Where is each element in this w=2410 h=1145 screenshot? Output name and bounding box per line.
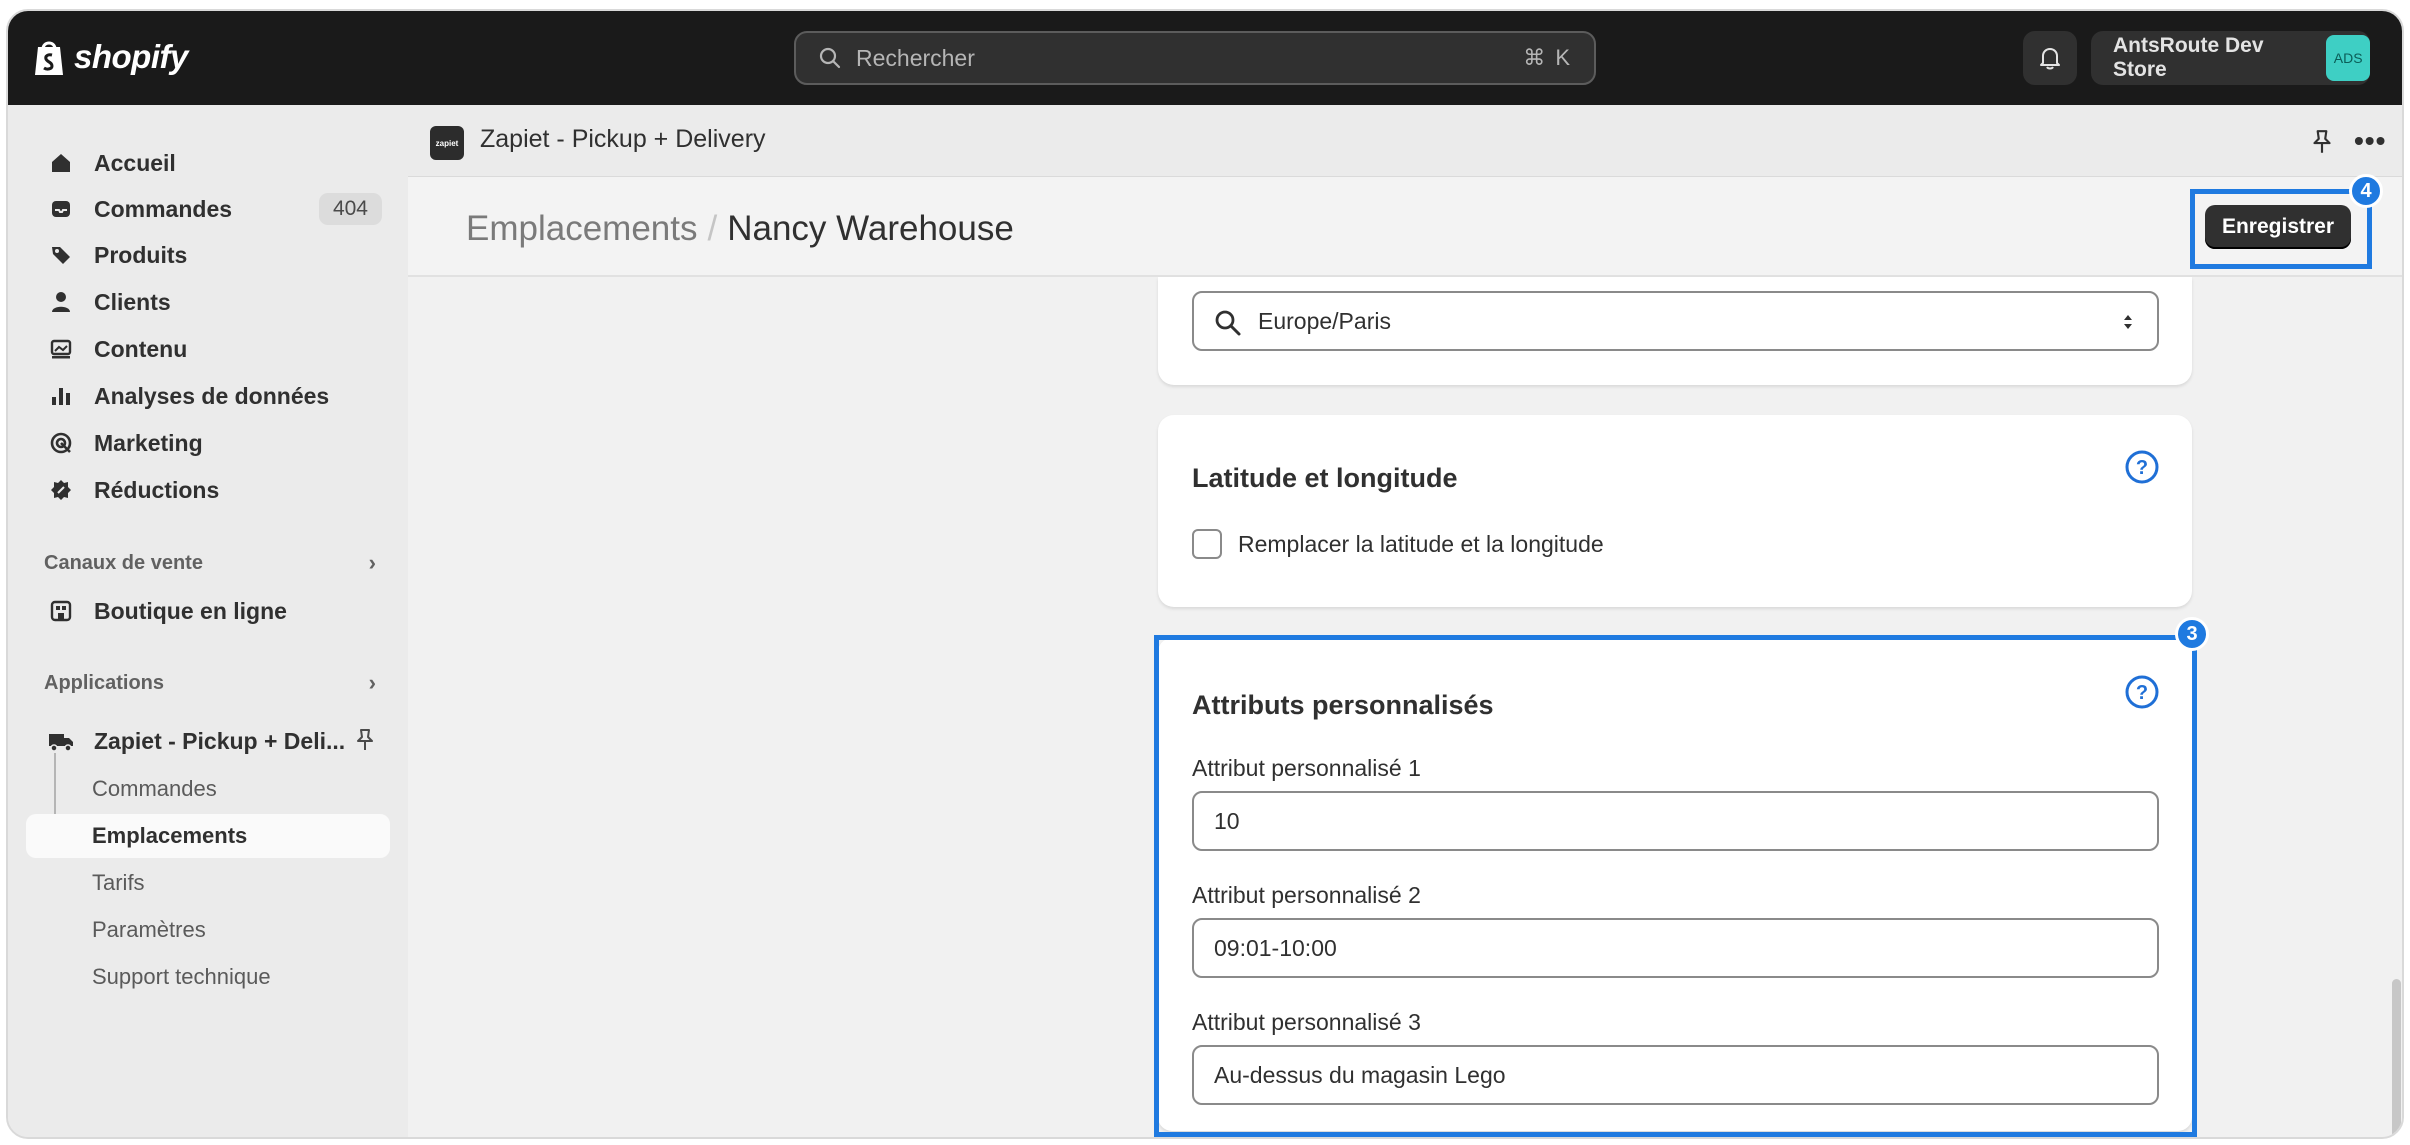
page-header: Emplacements / Nancy Warehouse Enregistrer…: [408, 174, 2402, 277]
sidebar-item-label: Produits: [94, 241, 188, 268]
search-placeholder: Rechercher: [856, 44, 975, 71]
app-title: Zapiet - Pickup + Delivery: [480, 125, 766, 153]
app-subitem-commandes[interactable]: Commandes: [26, 767, 390, 811]
subitem-label: Emplacements: [92, 823, 248, 848]
sidebar-item-label: Contenu: [94, 335, 188, 362]
help-icon[interactable]: ?: [2124, 449, 2160, 485]
search-icon: [819, 47, 841, 69]
select-arrows-icon: [2124, 315, 2132, 329]
app-subitem-emplacements[interactable]: Emplacements: [26, 814, 390, 858]
page-title: Nancy Warehouse: [727, 209, 1014, 248]
app-subitem-support[interactable]: Support technique: [26, 955, 390, 999]
pin-icon[interactable]: [352, 727, 378, 753]
app-title-bar: zapiet Zapiet - Pickup + Delivery •••: [408, 105, 2402, 177]
subitem-label: Support technique: [92, 964, 271, 989]
zapiet-logo: zapiet: [430, 126, 464, 160]
subitem-label: Commandes: [92, 776, 217, 801]
sidebar-item-accueil[interactable]: Accueil: [26, 141, 390, 185]
store-name: AntsRoute Dev Store: [2113, 34, 2264, 81]
app-subitem-tarifs[interactable]: Tarifs: [26, 861, 390, 905]
latlng-card: Latitude et longitude ? Remplacer la lat…: [1158, 415, 2192, 607]
more-actions-icon[interactable]: •••: [2354, 125, 2386, 157]
main-content: zapiet Zapiet - Pickup + Delivery ••• Em…: [408, 105, 2402, 1137]
save-button[interactable]: Enregistrer: [2205, 205, 2351, 249]
tag-icon: [48, 242, 74, 268]
store-switcher[interactable]: AntsRoute Dev Store ADS: [2091, 31, 2370, 85]
breadcrumb: Emplacements / Nancy Warehouse: [466, 209, 1014, 249]
sidebar-item-label: Boutique en ligne: [94, 597, 287, 624]
sidebar-item-produits[interactable]: Produits: [26, 233, 390, 277]
brand-name: shopify: [74, 38, 188, 75]
app-window: shopify Rechercher ⌘ K AntsRoute Dev Sto…: [6, 9, 2404, 1139]
store-icon: [48, 598, 74, 624]
sidebar-item-boutique[interactable]: Boutique en ligne: [26, 589, 390, 633]
svg-text:?: ?: [2136, 457, 2148, 479]
custom-attributes-highlight: 3: [1154, 617, 2209, 1137]
bar-chart-icon: [48, 383, 74, 409]
timezone-value: Europe/Paris: [1258, 307, 1391, 334]
sidebar-item-zapiet[interactable]: Zapiet - Pickup + Deli...: [26, 719, 390, 763]
sidebar-item-analyses[interactable]: Analyses de données: [26, 374, 390, 418]
store-avatar: ADS: [2326, 35, 2370, 81]
top-bar: shopify Rechercher ⌘ K AntsRoute Dev Sto…: [8, 11, 2402, 105]
sidebar-item-label: Réductions: [94, 476, 220, 503]
apps-header[interactable]: Applications ›: [44, 665, 384, 701]
target-icon: [48, 430, 74, 456]
inbox-icon: [48, 196, 74, 222]
subitem-label: Paramètres: [92, 917, 206, 942]
search-bar[interactable]: Rechercher ⌘ K: [794, 31, 1596, 85]
person-icon: [48, 289, 74, 315]
shopify-logo[interactable]: shopify: [32, 33, 188, 81]
home-icon: [48, 150, 74, 176]
truck-icon: [48, 728, 74, 754]
checkbox-label[interactable]: Remplacer la latitude et la longitude: [1238, 531, 1604, 558]
search-icon: [1215, 310, 1241, 336]
timezone-select[interactable]: Europe/Paris: [1192, 291, 2159, 351]
sidebar-item-label: Clients: [94, 288, 171, 315]
chevron-right-icon: ›: [368, 670, 376, 695]
timezone-card: Europe/Paris: [1158, 277, 2192, 385]
pin-icon[interactable]: [2308, 128, 2336, 156]
latlng-title: Latitude et longitude: [1192, 463, 1458, 493]
sidebar-item-label: Analyses de données: [94, 382, 330, 409]
notifications-button[interactable]: [2023, 31, 2077, 85]
app-subitem-parametres[interactable]: Paramètres: [26, 908, 390, 952]
sidebar-item-label: Commandes: [94, 195, 233, 222]
breadcrumb-separator: /: [707, 209, 718, 248]
override-latlng-checkbox[interactable]: [1192, 529, 1222, 559]
sidebar-item-reductions[interactable]: Réductions: [26, 468, 390, 512]
subitem-label: Tarifs: [92, 870, 145, 895]
sidebar-item-label: Accueil: [94, 149, 176, 176]
sidebar-item-label: Zapiet - Pickup + Deli...: [94, 727, 346, 754]
sidebar-item-commandes[interactable]: Commandes 404: [26, 187, 390, 231]
save-highlight: Enregistrer 4: [2190, 174, 2383, 269]
sales-channels-header[interactable]: Canaux de vente ›: [44, 545, 384, 581]
image-icon: [48, 336, 74, 362]
breadcrumb-parent[interactable]: Emplacements: [466, 209, 697, 248]
sidebar-item-label: Marketing: [94, 429, 203, 456]
orders-count-badge: 404: [318, 193, 382, 225]
chevron-right-icon: ›: [368, 550, 376, 575]
sidebar-item-marketing[interactable]: Marketing: [26, 421, 390, 465]
sidebar-item-contenu[interactable]: Contenu: [26, 327, 390, 371]
section-label: Canaux de vente: [44, 551, 203, 574]
step-badge: 3: [2175, 617, 2209, 651]
discount-icon: [48, 477, 74, 503]
shopify-bag-icon: [35, 41, 63, 75]
step-badge: 4: [2349, 174, 2383, 208]
sidebar: Accueil Commandes 404 Produits Clients C…: [8, 105, 408, 1137]
search-shortcut: ⌘ K: [1523, 45, 1572, 70]
bell-icon: [2040, 48, 2060, 70]
scrollbar[interactable]: [2392, 979, 2401, 1137]
section-label: Applications: [44, 671, 165, 694]
sidebar-item-clients[interactable]: Clients: [26, 280, 390, 324]
